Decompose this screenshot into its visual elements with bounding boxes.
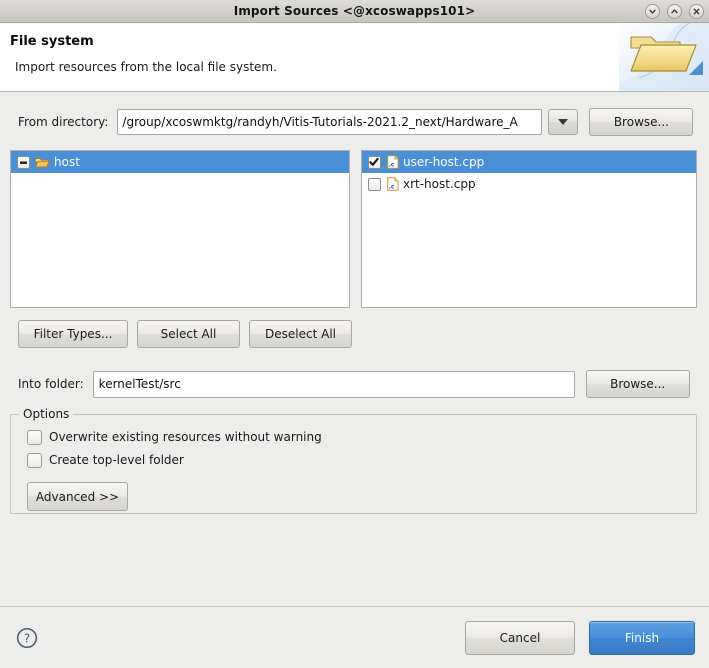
overwrite-label: Overwrite existing resources without war… — [49, 430, 322, 444]
close-button[interactable] — [689, 3, 704, 19]
selection-panels: host .c user-host.cpp .c xrt-host.cpp — [0, 136, 709, 308]
banner-artwork — [619, 23, 709, 91]
tree-item-label: host — [54, 155, 80, 169]
folder-tree-panel[interactable]: host — [10, 150, 350, 308]
checkmark-icon — [369, 157, 380, 166]
minimize-button[interactable] — [645, 3, 660, 19]
open-folder-icon — [35, 156, 50, 169]
selection-buttons: Filter Types... Select All Deselect All — [0, 308, 709, 348]
maximize-button[interactable] — [667, 3, 682, 19]
partial-check-icon — [20, 161, 27, 164]
create-top-level-folder-checkbox[interactable] — [27, 452, 42, 468]
title-bar: Import Sources <@xcoswapps101> — [0, 0, 709, 23]
finish-button[interactable]: Finish — [589, 620, 695, 655]
svg-text:.c: .c — [389, 162, 395, 169]
tree-row[interactable]: host — [11, 151, 349, 173]
window-controls — [645, 0, 704, 22]
file-list-panel[interactable]: .c user-host.cpp .c xrt-host.cpp — [360, 150, 697, 308]
file-checkbox[interactable] — [367, 177, 381, 191]
from-directory-row: From directory: /group/xcoswmktg/randyh/… — [0, 92, 709, 136]
options-group: Options Overwrite existing resources wit… — [10, 407, 697, 514]
into-folder-label: Into folder: — [18, 377, 84, 391]
into-folder-row: Into folder: kernelTest/src Browse... — [0, 348, 709, 398]
into-folder-browse-button[interactable]: Browse... — [585, 370, 690, 398]
window-title: Import Sources <@xcoswapps101> — [233, 4, 476, 18]
deselect-all-button[interactable]: Deselect All — [249, 320, 352, 348]
option-overwrite-row[interactable]: Overwrite existing resources without war… — [27, 427, 686, 447]
list-item[interactable]: .c user-host.cpp — [361, 151, 696, 173]
c-file-icon: .c — [387, 155, 399, 169]
filter-types-button[interactable]: Filter Types... — [18, 320, 128, 348]
overwrite-checkbox[interactable] — [27, 429, 42, 445]
page-subtitle: Import resources from the local file sys… — [15, 60, 277, 74]
c-file-icon: .c — [387, 177, 399, 191]
advanced-button[interactable]: Advanced >> — [27, 482, 128, 511]
chevron-up-icon — [670, 7, 679, 16]
dialog-footer: ? Cancel Finish — [0, 606, 709, 668]
cancel-button[interactable]: Cancel — [465, 620, 575, 655]
from-directory-browse-button[interactable]: Browse... — [589, 108, 694, 136]
list-item[interactable]: .c xrt-host.cpp — [362, 173, 696, 195]
close-icon — [692, 7, 701, 16]
banner: File system Import resources from the lo… — [0, 23, 709, 92]
list-item-label: user-host.cpp — [402, 155, 485, 169]
select-all-button[interactable]: Select All — [137, 320, 240, 348]
from-directory-label: From directory: — [18, 115, 109, 129]
from-directory-combo: /group/xcoswmktg/randyh/Vitis-Tutorials-… — [117, 109, 579, 135]
create-top-level-folder-label: Create top-level folder — [49, 453, 184, 467]
chevron-down-icon — [558, 119, 569, 125]
folder-checkbox[interactable] — [17, 155, 30, 169]
help-icon[interactable]: ? — [16, 627, 38, 649]
list-item-label: xrt-host.cpp — [402, 177, 476, 191]
into-folder-input[interactable]: kernelTest/src — [92, 370, 575, 398]
import-sources-dialog: Import Sources <@xcoswapps101> File syst… — [0, 0, 709, 668]
svg-text:.c: .c — [389, 184, 395, 191]
from-directory-dropdown-button[interactable] — [548, 109, 579, 135]
svg-text:?: ? — [24, 631, 30, 645]
options-group-title: Options — [19, 407, 74, 421]
option-create-top-level-row[interactable]: Create top-level folder — [27, 450, 686, 470]
from-directory-input[interactable]: /group/xcoswmktg/randyh/Vitis-Tutorials-… — [117, 109, 543, 135]
page-title: File system — [10, 34, 94, 49]
file-checkbox[interactable] — [367, 155, 381, 169]
dialog-body: From directory: /group/xcoswmktg/randyh/… — [0, 92, 709, 606]
open-folder-icon — [619, 23, 709, 91]
chevron-down-icon — [648, 7, 657, 16]
